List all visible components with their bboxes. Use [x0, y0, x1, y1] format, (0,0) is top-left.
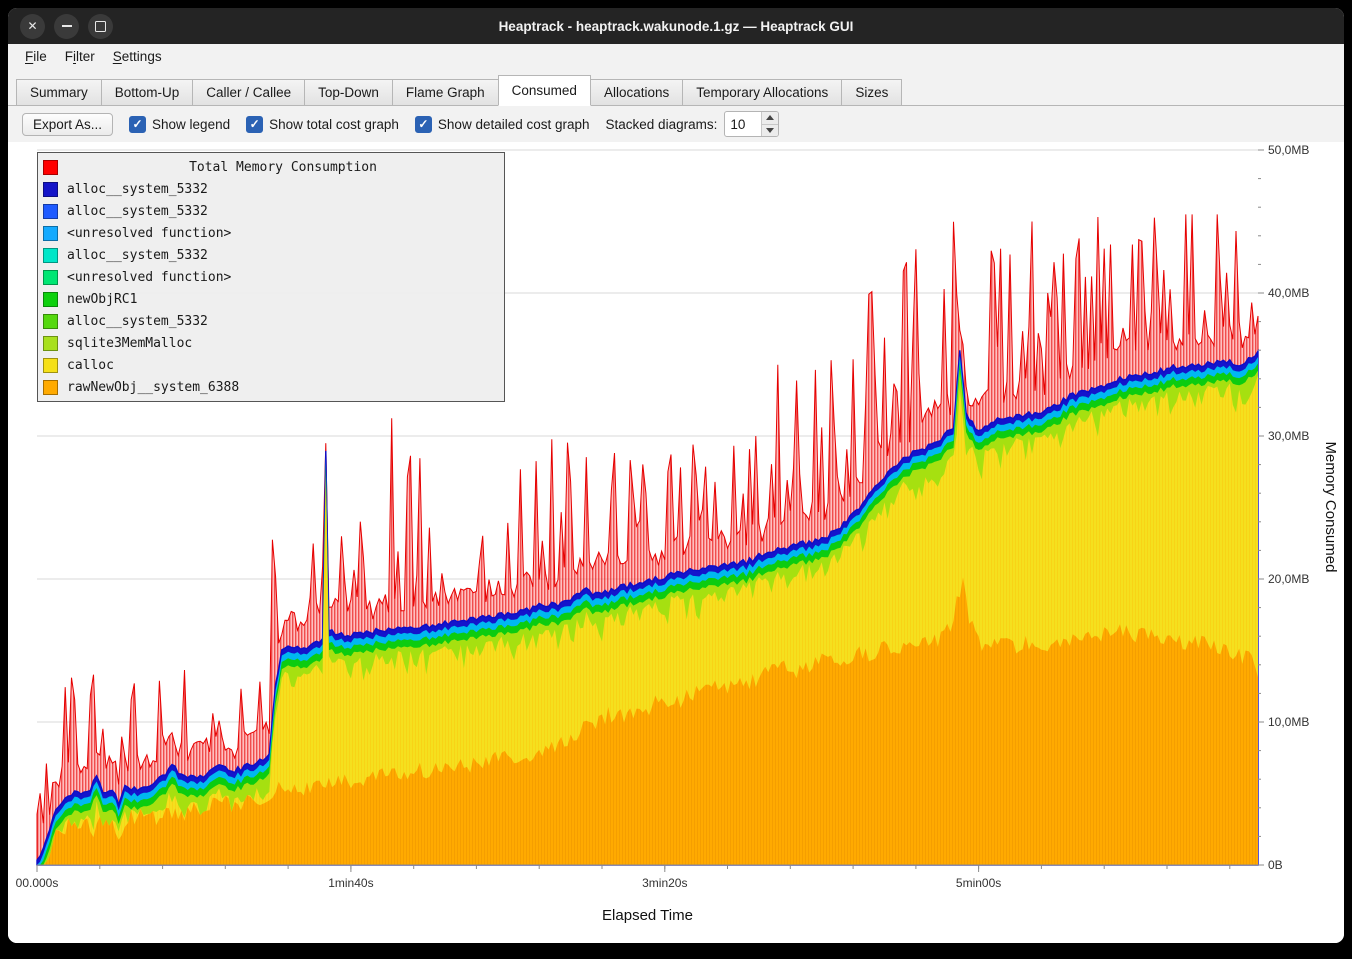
- legend-item: rawNewObj__system_6388: [43, 376, 499, 398]
- menu-settings[interactable]: Settings: [104, 47, 171, 66]
- check-icon: ✓: [133, 118, 143, 130]
- svg-text:00.000s: 00.000s: [16, 876, 59, 890]
- spinner-down-button[interactable]: [762, 125, 778, 137]
- legend-label: alloc__system_5332: [67, 314, 208, 329]
- legend-item: sqlite3MemMalloc: [43, 332, 499, 354]
- minimize-icon: [62, 25, 72, 27]
- spinner-value[interactable]: 10: [725, 112, 761, 136]
- tab-top-down[interactable]: Top-Down: [304, 79, 393, 106]
- show-legend-checkbox[interactable]: ✓ Show legend: [129, 116, 230, 133]
- legend-item: alloc__system_5332: [43, 244, 499, 266]
- svg-text:40,0MB: 40,0MB: [1268, 286, 1309, 300]
- checkbox-label: Show detailed cost graph: [438, 117, 590, 132]
- legend-item: <unresolved function>: [43, 222, 499, 244]
- chart-legend: Total Memory Consumption alloc__system_5…: [37, 152, 505, 402]
- legend-swatch: [43, 204, 58, 219]
- tab-consumed[interactable]: Consumed: [498, 75, 591, 106]
- legend-label: <unresolved function>: [67, 270, 231, 285]
- chevron-down-icon: [766, 128, 774, 133]
- maximize-icon: [95, 21, 106, 32]
- legend-label: alloc__system_5332: [67, 182, 208, 197]
- maximize-button[interactable]: [88, 14, 113, 39]
- legend-label: calloc: [67, 358, 114, 373]
- legend-item: alloc__system_5332: [43, 178, 499, 200]
- legend-label: alloc__system_5332: [67, 204, 208, 219]
- legend-item: <unresolved function>: [43, 266, 499, 288]
- chart-panel: 00.000s 1min40s 3min20s 5min00s 0B 10,0MB 20,0…: [8, 142, 1344, 943]
- chevron-up-icon: [766, 115, 774, 120]
- export-as-button[interactable]: Export As...: [22, 113, 113, 136]
- minimize-button[interactable]: [54, 14, 79, 39]
- svg-text:10,0MB: 10,0MB: [1268, 715, 1309, 729]
- checkbox-icon: ✓: [246, 116, 263, 133]
- svg-text:3min20s: 3min20s: [642, 876, 687, 890]
- legend-item: alloc__system_5332: [43, 310, 499, 332]
- stacked-diagrams-spinner[interactable]: 10: [724, 111, 779, 137]
- legend-swatch: [43, 270, 58, 285]
- menu-filter[interactable]: Filter: [56, 47, 104, 66]
- checkbox-icon: ✓: [129, 116, 146, 133]
- spinner-up-button[interactable]: [762, 112, 778, 125]
- window-controls: ✕: [20, 14, 113, 39]
- legend-item: newObjRC1: [43, 288, 499, 310]
- show-total-cost-checkbox[interactable]: ✓ Show total cost graph: [246, 116, 399, 133]
- legend-swatch: [43, 248, 58, 263]
- svg-text:0B: 0B: [1268, 858, 1283, 872]
- legend-swatch: [43, 336, 58, 351]
- legend-swatch-total: [43, 160, 58, 175]
- tab-flame-graph[interactable]: Flame Graph: [392, 79, 499, 106]
- legend-label: alloc__system_5332: [67, 248, 208, 263]
- menubar: File Filter Settings: [8, 44, 1344, 69]
- checkbox-icon: ✓: [415, 116, 432, 133]
- check-icon: ✓: [250, 118, 260, 130]
- tabbar: Summary Bottom-Up Caller / Callee Top-Do…: [8, 69, 1344, 106]
- legend-label: <unresolved function>: [67, 226, 231, 241]
- svg-text:5min00s: 5min00s: [956, 876, 1001, 890]
- close-button[interactable]: ✕: [20, 14, 45, 39]
- spinner-buttons: [761, 112, 778, 136]
- legend-title-row: Total Memory Consumption: [43, 156, 499, 178]
- legend-label: newObjRC1: [67, 292, 137, 307]
- legend-item: alloc__system_5332: [43, 200, 499, 222]
- svg-text:20,0MB: 20,0MB: [1268, 572, 1309, 586]
- legend-swatch: [43, 226, 58, 241]
- checkbox-label: Show total cost graph: [269, 117, 399, 132]
- svg-text:1min40s: 1min40s: [328, 876, 373, 890]
- svg-text:30,0MB: 30,0MB: [1268, 429, 1309, 443]
- menu-file[interactable]: File: [16, 47, 56, 66]
- legend-swatch: [43, 314, 58, 329]
- legend-label: sqlite3MemMalloc: [67, 336, 192, 351]
- toolbar: Export As... ✓ Show legend ✓ Show total …: [8, 106, 1344, 142]
- legend-swatch: [43, 358, 58, 373]
- titlebar: ✕ Heaptrack - heaptrack.wakunode.1.gz — …: [8, 8, 1344, 44]
- tab-allocations[interactable]: Allocations: [590, 79, 683, 106]
- legend-title: Total Memory Consumption: [67, 160, 499, 175]
- x-axis-title: Elapsed Time: [37, 907, 1258, 924]
- tab-temporary-allocations[interactable]: Temporary Allocations: [682, 79, 842, 106]
- tab-caller-callee[interactable]: Caller / Callee: [192, 79, 305, 106]
- tab-summary[interactable]: Summary: [16, 79, 102, 106]
- check-icon: ✓: [418, 118, 428, 130]
- y-axis-title: Memory Consumed: [1322, 442, 1339, 573]
- window-title: Heaptrack - heaptrack.wakunode.1.gz — He…: [8, 19, 1344, 34]
- show-detailed-cost-checkbox[interactable]: ✓ Show detailed cost graph: [415, 116, 590, 133]
- svg-text:50,0MB: 50,0MB: [1268, 143, 1309, 157]
- tab-sizes[interactable]: Sizes: [841, 79, 902, 106]
- legend-label: rawNewObj__system_6388: [67, 380, 239, 395]
- stacked-diagrams-label: Stacked diagrams:: [606, 117, 718, 132]
- tab-bottom-up[interactable]: Bottom-Up: [101, 79, 194, 106]
- app-window: ✕ Heaptrack - heaptrack.wakunode.1.gz — …: [8, 8, 1344, 943]
- legend-swatch: [43, 182, 58, 197]
- legend-swatch: [43, 380, 58, 395]
- legend-item: calloc: [43, 354, 499, 376]
- checkbox-label: Show legend: [152, 117, 230, 132]
- legend-swatch: [43, 292, 58, 307]
- stacked-diagrams-control: Stacked diagrams: 10: [606, 111, 780, 137]
- close-icon: ✕: [27, 19, 37, 33]
